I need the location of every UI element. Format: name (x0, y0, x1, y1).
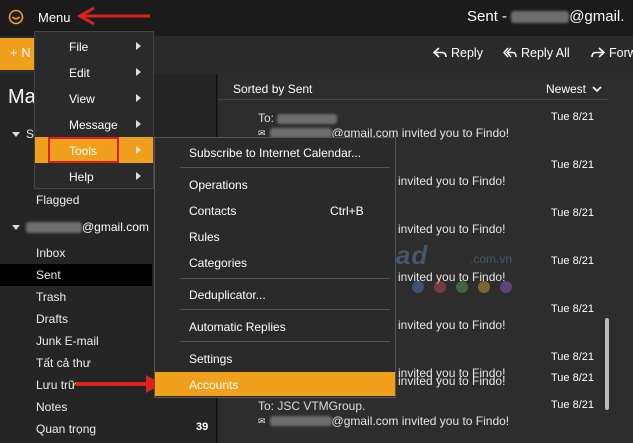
submenu-arrow-icon (136, 42, 141, 50)
watermark-dot (500, 281, 512, 293)
annotation-arrow-icon (76, 375, 162, 393)
message-snippet: ✉ @gmail.com invited you to Findo! (258, 414, 510, 428)
message-date: Tue 8/21 (551, 207, 595, 219)
menu-divider (180, 341, 390, 342)
sidebar-item-inbox[interactable]: Inbox (36, 242, 65, 264)
message-date: Tue 8/21 (551, 351, 595, 363)
watermark-dot (434, 281, 446, 293)
sidebar-title: Ma (8, 86, 36, 108)
message-date: Tue 8/21 (551, 159, 595, 171)
message-date: Tue 8/21 (551, 255, 595, 267)
sidebar-item-junk[interactable]: Junk E-mail (36, 330, 99, 352)
submenu-item-subscribe-calendar[interactable]: Subscribe to Internet Calendar... (155, 140, 395, 164)
list-item[interactable]: To: JSC VTMGroup. ✉ @gmail.com invited y… (218, 399, 608, 443)
sidebar-item-all-mail[interactable]: Tất cả thư (36, 352, 91, 374)
watermark-dot (456, 281, 468, 293)
message-date: Tue 8/21 (551, 303, 595, 315)
submenu-item-categories[interactable]: Categories (155, 250, 395, 274)
folder-group-s[interactable]: S (12, 127, 34, 141)
redacted-account (26, 221, 82, 233)
message-date: Tue 8/21 (551, 111, 595, 123)
message-recipient: To: JSC VTMGroup. (258, 399, 366, 413)
account-header[interactable]: @gmail.com (12, 220, 149, 234)
watermark-dot (412, 281, 424, 293)
submenu-arrow-icon (136, 172, 141, 180)
chevron-down-icon (592, 85, 602, 92)
menu-item-help[interactable]: Help (35, 163, 153, 189)
forward-icon (591, 47, 605, 58)
sidebar-item-archive[interactable]: Lưu trữ (36, 374, 76, 396)
message-snippet: invited you to Findo! (398, 374, 506, 388)
contacts-shortcut: Ctrl+B (330, 204, 364, 218)
submenu-arrow-icon (136, 120, 141, 128)
sidebar-selection (0, 264, 152, 286)
sidebar-item-trash[interactable]: Trash (36, 286, 66, 308)
reply-icon (433, 47, 447, 58)
sidebar-item-flagged[interactable]: Flagged (36, 189, 79, 211)
submenu-item-deduplicator[interactable]: Deduplicator... (155, 282, 395, 306)
menu-item-message[interactable]: Message (35, 111, 153, 137)
submenu-item-accounts[interactable]: Accounts (155, 372, 395, 396)
message-snippet: invited you to Findo! (398, 174, 506, 188)
sidebar-item-notes[interactable]: Notes (36, 396, 67, 418)
new-message-button[interactable]: + N (0, 38, 36, 70)
reply-icon: ✉ (258, 415, 266, 426)
submenu-item-operations[interactable]: Operations (155, 172, 395, 196)
menu-divider (180, 309, 390, 310)
watermark-dot (478, 281, 490, 293)
reply-all-button[interactable]: Reply All (503, 46, 570, 60)
menu-item-file[interactable]: File (35, 33, 153, 59)
menu-divider (180, 278, 390, 279)
reply-all-icon (503, 47, 517, 58)
sort-order-dropdown[interactable]: Newest (546, 82, 602, 96)
sidebar-item-drafts[interactable]: Drafts (36, 308, 68, 330)
caret-down-icon (12, 131, 20, 137)
menu-divider (180, 167, 390, 168)
window-title: Sent - @gmail. (467, 8, 625, 25)
menu-button[interactable]: Menu (38, 10, 71, 25)
submenu-item-settings[interactable]: Settings (155, 346, 395, 370)
annotation-highlight-box (48, 137, 119, 163)
caret-down-icon (12, 224, 20, 230)
app-logo-icon (8, 9, 24, 25)
submenu-arrow-icon (136, 94, 141, 102)
unread-count-badge: 39 (196, 421, 209, 433)
message-date: Tue 8/21 (551, 372, 595, 384)
menu-item-edit[interactable]: Edit (35, 59, 153, 85)
message-snippet: invited you to Findo! (398, 318, 506, 332)
sort-label[interactable]: Sorted by Sent (233, 82, 312, 96)
message-recipient: To: (258, 111, 338, 125)
redacted-email (269, 416, 332, 426)
redacted-email (511, 11, 570, 24)
message-date: Tue 8/21 (551, 399, 595, 411)
submenu-arrow-icon (136, 146, 141, 154)
reply-button[interactable]: Reply (433, 46, 483, 60)
message-snippet: invited you to Findo! (398, 222, 506, 236)
redacted-name (277, 113, 338, 124)
submenu-item-rules[interactable]: Rules (155, 224, 395, 248)
submenu-item-automatic-replies[interactable]: Automatic Replies (155, 314, 395, 338)
sidebar-item-sent[interactable]: Sent (36, 264, 61, 286)
list-scrollbar[interactable] (605, 318, 609, 410)
forward-button[interactable]: Forw (591, 46, 633, 60)
sidebar-item-important[interactable]: Quan trọng (36, 418, 96, 440)
annotation-arrow-icon (76, 6, 150, 26)
submenu-arrow-icon (136, 68, 141, 76)
menu-item-view[interactable]: View (35, 85, 153, 111)
watermark-suffix: .com.vn (470, 252, 513, 266)
